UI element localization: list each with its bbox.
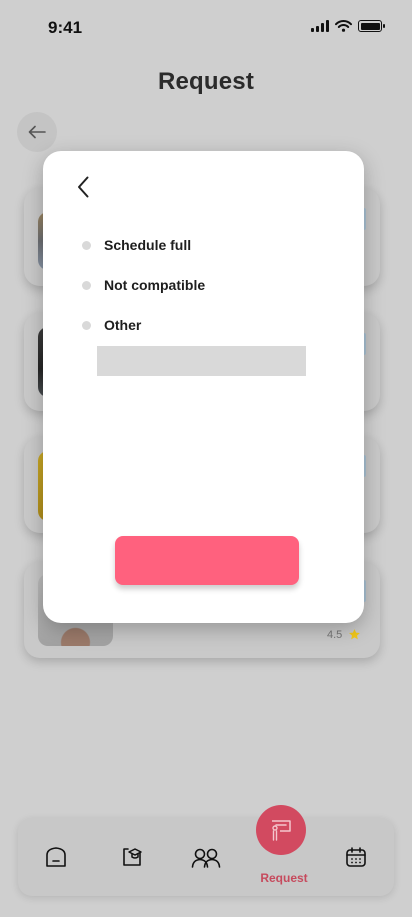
radio-button[interactable] <box>82 240 91 250</box>
radio-button[interactable] <box>82 280 91 290</box>
status-bar: 9:41 <box>0 0 412 56</box>
arrow-left-icon <box>28 125 46 139</box>
status-time: 9:41 <box>48 18 83 37</box>
page-title: Request <box>157 68 255 95</box>
decline-reason-modal: Schedule full Not compatible Other <box>43 151 364 623</box>
back-button[interactable] <box>17 112 57 152</box>
submit-button[interactable] <box>115 536 299 585</box>
nav-calendar[interactable] <box>342 844 370 870</box>
bottom-nav: Request <box>18 805 394 896</box>
home-icon <box>46 847 66 867</box>
other-reason-input[interactable] <box>97 346 306 376</box>
rating-value: 4.5 <box>327 628 343 641</box>
star-icon <box>349 629 361 640</box>
radio-button[interactable] <box>82 320 91 330</box>
nav-home[interactable] <box>42 844 70 870</box>
option-label: Schedule full <box>104 237 192 253</box>
request-icon <box>272 820 291 841</box>
modal-back-button[interactable] <box>71 173 95 201</box>
cellular-signal-icon <box>311 20 329 32</box>
nav-request[interactable] <box>256 805 306 855</box>
nav-education[interactable] <box>118 844 146 870</box>
option-not-compatible[interactable]: Not compatible <box>82 277 205 293</box>
option-label: Other <box>104 317 142 333</box>
option-schedule-full[interactable]: Schedule full <box>82 237 191 253</box>
education-icon <box>123 848 142 866</box>
option-other[interactable]: Other <box>82 317 141 333</box>
status-icons <box>311 20 385 32</box>
battery-icon <box>358 20 385 32</box>
option-label: Not compatible <box>104 277 206 293</box>
wifi-icon <box>335 20 352 32</box>
calendar-icon <box>346 847 366 867</box>
rating: 4.5 <box>327 628 361 641</box>
nav-request-label[interactable]: Request <box>244 871 324 885</box>
nav-users[interactable] <box>190 846 222 870</box>
users-icon <box>191 848 221 868</box>
chevron-left-icon <box>78 176 89 198</box>
